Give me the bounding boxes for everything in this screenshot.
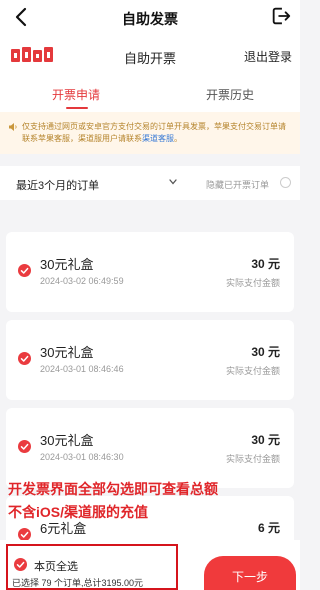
next-step-button[interactable]: 下一步	[204, 556, 296, 590]
top-bar: 自助发票	[0, 0, 300, 36]
select-all-box[interactable]: 本页全选 已选择 79 个订单,总计3195.00元	[6, 544, 178, 590]
period-dropdown[interactable]: 最近3个月的订单	[16, 177, 99, 193]
speaker-icon	[9, 123, 17, 131]
select-all-checkbox[interactable]	[14, 558, 27, 571]
selection-summary: 已选择 79 个订单,总计3195.00元	[12, 578, 144, 588]
check-icon	[20, 443, 29, 450]
order-amount: 30 元	[251, 433, 280, 447]
order-card[interactable]: 30元礼盒 2024-03-02 06:49:59 30 元 实际支付金额	[6, 232, 294, 312]
order-checkbox[interactable]	[18, 264, 31, 277]
tab-bar: 开票申请 开票历史	[0, 76, 300, 112]
order-product-name: 30元礼盒	[40, 433, 94, 448]
tab-invoice-history[interactable]: 开票历史	[206, 86, 254, 103]
order-product-name: 30元礼盒	[40, 345, 94, 360]
page-title: 自助发票	[122, 11, 178, 27]
order-checkbox[interactable]	[18, 352, 31, 365]
order-date: 2024-03-02 06:49:59	[40, 276, 124, 286]
bottom-bar: 本页全选 已选择 79 个订单,总计3195.00元 下一步	[0, 540, 300, 590]
annotation-overlay: 开发票界面全部勾选即可查看总额 不含iOS/渠道服的充值	[8, 478, 218, 524]
order-card[interactable]: 30元礼盒 2024-03-01 08:46:46 30 元 实际支付金额	[6, 320, 294, 400]
order-date: 2024-03-01 08:46:46	[40, 364, 124, 374]
order-amount: 30 元	[251, 345, 280, 359]
chevron-down-icon[interactable]	[168, 178, 178, 186]
hide-invoiced-label: 隐藏已开票订单	[206, 180, 270, 190]
order-date: 2024-03-01 08:46:30	[40, 452, 124, 462]
notice-banner: 仅支持通过网页或安卓官方支付交易的订单开具发票，苹果支付交易订单请联系苹果客服，…	[0, 112, 300, 154]
order-card[interactable]: 30元礼盒 2024-03-01 08:46:30 30 元 实际支付金额	[6, 408, 294, 488]
order-checkbox[interactable]	[18, 440, 31, 453]
check-icon	[20, 355, 29, 362]
check-icon	[20, 267, 29, 274]
exit-icon[interactable]	[270, 5, 292, 27]
annotation-line: 不含iOS/渠道服的充值	[8, 504, 149, 520]
annotation-line: 开发票界面全部勾选即可查看总额	[8, 481, 218, 497]
order-amount-label: 实际支付金额	[225, 454, 280, 464]
sub-header: 自助开票 退出登录	[0, 36, 300, 76]
active-tab-indicator	[66, 107, 88, 109]
order-amount: 6 元	[257, 521, 280, 535]
hide-invoiced-toggle[interactable]	[280, 177, 291, 188]
select-all-label: 本页全选	[34, 561, 78, 573]
notice-end: 。	[174, 134, 182, 143]
order-filter-bar: 最近3个月的订单 隐藏已开票订单	[0, 166, 300, 200]
order-amount-label: 实际支付金额	[225, 366, 280, 376]
channel-support-link[interactable]: 渠道客服	[142, 134, 174, 143]
order-product-name: 30元礼盒	[40, 257, 94, 272]
logout-link[interactable]: 退出登录	[244, 48, 292, 65]
order-amount: 30 元	[251, 257, 280, 271]
order-amount-label: 实际支付金额	[225, 278, 280, 288]
check-icon	[16, 561, 25, 568]
tab-invoice-apply[interactable]: 开票申请	[52, 86, 100, 103]
